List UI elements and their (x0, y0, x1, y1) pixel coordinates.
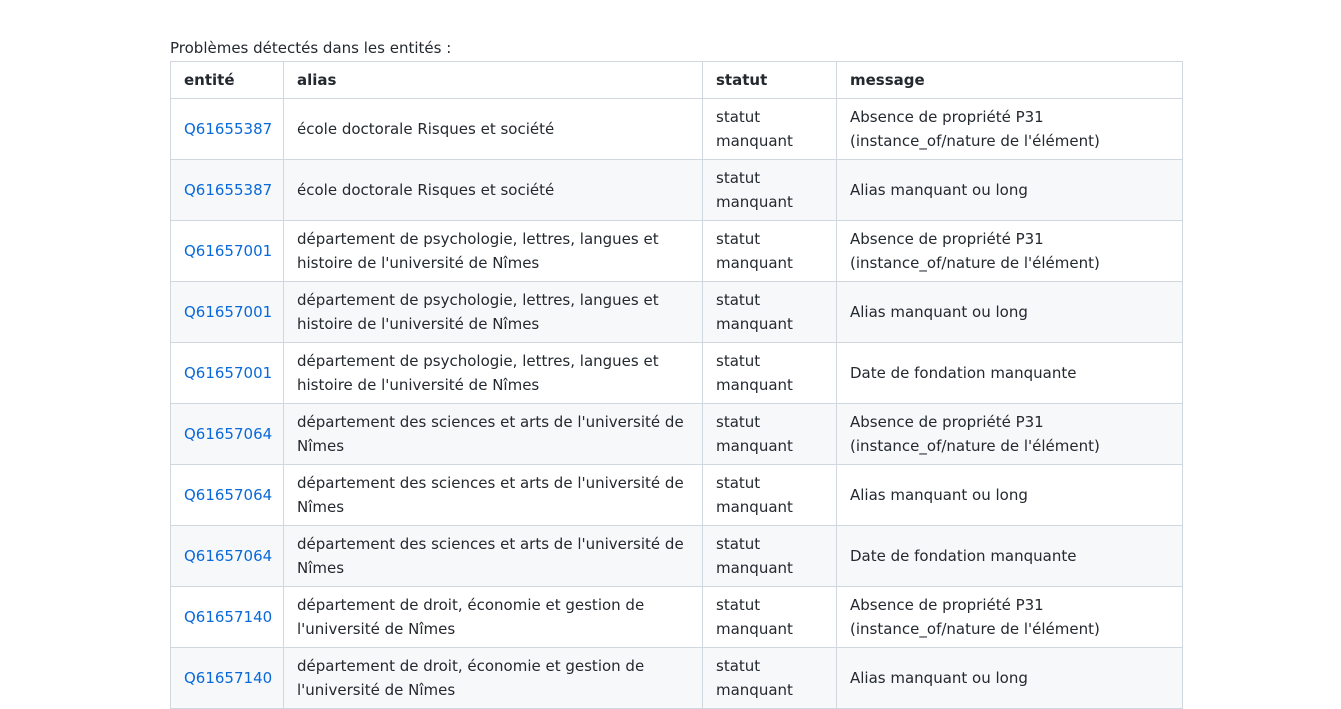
alias-cell: département de psychologie, lettres, lan… (283, 281, 703, 343)
message-cell: Date de fondation manquante (836, 525, 1183, 587)
status-cell: statut manquant (702, 403, 837, 465)
message-cell: Absence de propriété P31 (instance_of/na… (836, 98, 1183, 160)
column-header-entity: entité (170, 61, 284, 99)
table-row: Q61657064 département des sciences et ar… (170, 403, 1183, 465)
status-cell: statut manquant (702, 342, 837, 404)
status-cell: statut manquant (702, 586, 837, 648)
entity-cell: Q61657001 (170, 281, 284, 343)
alias-cell: département des sciences et arts de l'un… (283, 525, 703, 587)
table-row: Q61657001 département de psychologie, le… (170, 281, 1183, 343)
entity-link[interactable]: Q61657064 (184, 486, 272, 504)
intro-text: Problèmes détectés dans les entités : (170, 39, 452, 57)
entity-link[interactable]: Q61655387 (184, 181, 272, 199)
alias-cell: école doctorale Risques et société (283, 98, 703, 160)
entity-cell: Q61655387 (170, 98, 284, 160)
status-cell: statut manquant (702, 281, 837, 343)
alias-cell: département de droit, économie et gestio… (283, 647, 703, 709)
status-cell: statut manquant (702, 647, 837, 709)
table-row: Q61657064 département des sciences et ar… (170, 525, 1183, 587)
entity-cell: Q61657140 (170, 586, 284, 648)
entity-link[interactable]: Q61657001 (184, 364, 272, 382)
message-cell: Date de fondation manquante (836, 342, 1183, 404)
status-cell: statut manquant (702, 464, 837, 526)
entity-link[interactable]: Q61657001 (184, 303, 272, 321)
message-cell: Alias manquant ou long (836, 159, 1183, 221)
entity-cell: Q61657001 (170, 342, 284, 404)
entity-link[interactable]: Q61657001 (184, 242, 272, 260)
alias-cell: école doctorale Risques et société (283, 159, 703, 221)
entity-cell: Q61655387 (170, 159, 284, 221)
table-row: Q61657001 département de psychologie, le… (170, 220, 1183, 282)
entity-cell: Q61657064 (170, 403, 284, 465)
message-cell: Absence de propriété P31 (instance_of/na… (836, 403, 1183, 465)
entity-cell: Q61657140 (170, 647, 284, 709)
column-header-message: message (836, 61, 1183, 99)
entity-link[interactable]: Q61657064 (184, 547, 272, 565)
message-cell: Alias manquant ou long (836, 464, 1183, 526)
entity-cell: Q61657064 (170, 525, 284, 587)
alias-cell: département de psychologie, lettres, lan… (283, 220, 703, 282)
entity-link[interactable]: Q61657140 (184, 608, 272, 626)
column-header-status: statut (702, 61, 837, 99)
table-row: Q61657140 département de droit, économie… (170, 586, 1183, 648)
message-cell: Absence de propriété P31 (instance_of/na… (836, 220, 1183, 282)
alias-cell: département de droit, économie et gestio… (283, 586, 703, 648)
status-cell: statut manquant (702, 220, 837, 282)
status-cell: statut manquant (702, 159, 837, 221)
table-row: Q61655387 école doctorale Risques et soc… (170, 159, 1183, 221)
alias-cell: département des sciences et arts de l'un… (283, 464, 703, 526)
entity-link[interactable]: Q61657064 (184, 425, 272, 443)
alias-cell: département des sciences et arts de l'un… (283, 403, 703, 465)
entity-cell: Q61657001 (170, 220, 284, 282)
table-row: Q61657001 département de psychologie, le… (170, 342, 1183, 404)
alias-cell: département de psychologie, lettres, lan… (283, 342, 703, 404)
table-row: Q61657140 département de droit, économie… (170, 647, 1183, 709)
problems-table: entité alias statut message Q61655387 éc… (170, 61, 1183, 709)
message-cell: Absence de propriété P31 (instance_of/na… (836, 586, 1183, 648)
entity-link[interactable]: Q61655387 (184, 120, 272, 138)
message-cell: Alias manquant ou long (836, 647, 1183, 709)
status-cell: statut manquant (702, 98, 837, 160)
status-cell: statut manquant (702, 525, 837, 587)
table-row: Q61655387 école doctorale Risques et soc… (170, 98, 1183, 160)
column-header-alias: alias (283, 61, 703, 99)
table-row: Q61657064 département des sciences et ar… (170, 464, 1183, 526)
entity-cell: Q61657064 (170, 464, 284, 526)
table-header-row: entité alias statut message (170, 61, 1183, 99)
entity-link[interactable]: Q61657140 (184, 669, 272, 687)
message-cell: Alias manquant ou long (836, 281, 1183, 343)
